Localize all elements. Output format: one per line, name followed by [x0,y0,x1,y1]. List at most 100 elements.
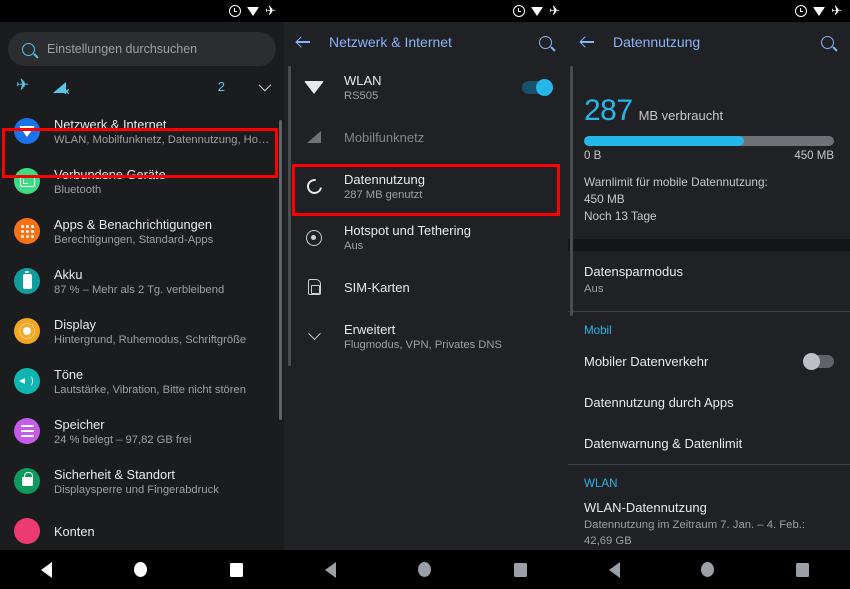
sidebar-item-toene[interactable]: Töne Lautstärke, Vibration, Bitte nicht … [0,356,284,406]
recents-icon[interactable] [230,563,243,577]
list-item-title: Konten [54,524,95,539]
back-icon[interactable] [41,562,52,578]
alarm-icon [229,5,241,17]
list-item-mobilfunknetz[interactable]: Mobilfunknetz [284,113,568,161]
airplane-icon: ✈ [265,5,276,17]
list-item-wlan[interactable]: WLAN RS505 [284,62,568,113]
apps-grid-icon [14,218,40,244]
data-usage-bar-min: 0 B [584,150,601,162]
network-internet-panel: ✈ Netzwerk & Internet WLAN RS505 Mobilfu… [284,0,568,589]
wifi-icon [531,7,543,16]
list-item-datennutzung[interactable]: Datennutzung 287 MB genutzt [284,161,568,212]
list-item-erweitert[interactable]: Erweitert Flugmodus, VPN, Privates DNS [284,311,568,362]
wifi-icon [302,76,326,100]
sidebar-item-akku[interactable]: Akku 87 % – Mehr als 2 Tg. verbleibend [0,256,284,306]
sidebar-item-verbundene-geraete[interactable]: Verbundene Geräte Bluetooth [0,156,284,206]
page-title: Datennutzung [613,34,803,50]
data-usage-unit-label: MB verbraucht [639,108,724,123]
list-item-subtitle: 24 % belegt – 97,82 GB frei [54,434,191,446]
airplane-icon: ✈ [549,5,560,17]
list-item-title: Datennutzung durch Apps [584,395,734,410]
list-item-title: Datenwarnung & Datenlimit [584,436,742,451]
list-item-title: Erweitert [344,322,552,337]
cast-icon [14,168,40,194]
list-item-title: SIM-Karten [344,280,552,295]
list-item-title: Hotspot und Tethering [344,223,552,238]
list-item-sim-karten[interactable]: SIM-Karten [284,263,568,311]
scrollbar-right[interactable] [570,66,573,316]
mobile-data-toggle[interactable] [804,355,834,368]
wifi-icon [247,7,259,16]
list-item-subtitle: 87 % – Mehr als 2 Tg. verbleibend [54,284,224,296]
back-icon[interactable] [325,562,336,578]
sidebar-item-sicherheit-standort[interactable]: Sicherheit & Standort Displaysperre und … [0,456,284,506]
three-panel-screenshot: ✈ Einstellungen durchsuchen ✈ 2 Netzwerk… [0,0,850,589]
list-item-title: Mobilfunknetz [344,130,552,145]
home-icon[interactable] [701,562,714,577]
list-item-subtitle: Berechtigungen, Standard-Apps [54,234,213,246]
list-item-subtitle: Aus [344,240,552,252]
list-item-title: Datensparmodus [584,264,834,279]
list-item-subtitle: WLAN, Mobilfunknetz, Datennutzung, Hot… [54,134,272,146]
sidebar-item-netzwerk-internet[interactable]: Netzwerk & Internet WLAN, Mobilfunknetz,… [0,106,284,156]
data-usage-progress-bar [584,136,834,146]
list-item-subtitle: 287 MB genutzt [344,189,552,201]
sidebar-item-konten[interactable]: Konten [0,506,284,556]
chevron-down-icon[interactable] [259,78,272,91]
list-item-subtitle: Aus [584,282,834,298]
sim-card-icon [302,275,326,299]
list-item-hotspot-tethering[interactable]: Hotspot und Tethering Aus [284,212,568,263]
list-item-subtitle: Flugmodus, VPN, Privates DNS [344,339,552,351]
back-arrow-icon[interactable] [580,35,595,50]
list-item-title: Netzwerk & Internet [54,117,272,132]
settings-main-panel: ✈ Einstellungen durchsuchen ✈ 2 Netzwerk… [0,0,284,589]
list-item-mobiler-datenverkehr[interactable]: Mobiler Datenverkehr [568,341,850,382]
data-warning-value: 450 MB [584,191,834,208]
storage-icon [14,418,40,444]
sidebar-item-display[interactable]: Display Hintergrund, Ruhemodus, Schriftg… [0,306,284,356]
data-warning-label: Warnlimit für mobile Datennutzung: [584,174,834,191]
search-icon[interactable] [539,36,552,49]
search-placeholder: Einstellungen durchsuchen [47,42,197,56]
list-item-datennutzung-durch-apps[interactable]: Datennutzung durch Apps [568,382,850,423]
search-settings-bar[interactable]: Einstellungen durchsuchen [8,32,276,66]
airplane-icon[interactable]: ✈ [16,78,29,94]
hotspot-icon [302,226,326,250]
back-arrow-icon[interactable] [296,35,311,50]
section-header-wlan: WLAN [568,465,850,494]
alarm-icon [513,5,525,17]
app-bar-mid: Netzwerk & Internet [284,22,568,62]
scrollbar-left[interactable] [279,120,282,420]
sidebar-item-apps-benachrichtigungen[interactable]: Apps & Benachrichtigungen Berechtigungen… [0,206,284,256]
list-item-title: WLAN-Datennutzung [584,500,834,515]
list-item-datensparmodus[interactable]: Datensparmodus Aus [568,251,850,311]
list-item-subtitle: Hintergrund, Ruhemodus, Schriftgröße [54,334,246,346]
list-item-subtitle: Datennutzung im Zeitraum 7. Jan. – 4. Fe… [584,518,834,550]
settings-list: Netzwerk & Internet WLAN, Mobilfunknetz,… [0,106,284,556]
alarm-icon [795,5,807,17]
list-item-subtitle: Lautstärke, Vibration, Bitte nicht störe… [54,384,246,396]
data-cycle-remaining: Noch 13 Tage [584,208,834,225]
home-icon[interactable] [134,562,147,577]
data-usage-progress-fill [584,136,744,146]
wlan-toggle[interactable] [522,81,552,94]
scrollbar-mid[interactable] [288,66,291,366]
search-icon[interactable] [821,36,834,49]
data-usage-panel: ✈ Datennutzung 287 MB verbraucht 0 B 450… [568,0,850,589]
back-icon[interactable] [609,562,620,578]
recents-icon[interactable] [514,563,527,577]
home-icon[interactable] [418,562,431,577]
sidebar-item-speicher[interactable]: Speicher 24 % belegt – 97,82 GB frei [0,406,284,456]
airplane-icon: ✈ [831,5,842,17]
list-item-title: Speicher [54,417,191,432]
sound-icon [14,368,40,394]
list-item-subtitle: Bluetooth [54,184,166,196]
accounts-icon [14,518,40,544]
signal-off-icon[interactable] [53,80,68,93]
recents-icon[interactable] [796,563,809,577]
list-item-title: WLAN [344,73,504,88]
list-item-title: Mobiler Datenverkehr [584,354,708,369]
search-icon [22,43,35,56]
list-item-datenwarnung-datenlimit[interactable]: Datenwarnung & Datenlimit [568,423,850,464]
navigation-bar-right [568,550,850,589]
